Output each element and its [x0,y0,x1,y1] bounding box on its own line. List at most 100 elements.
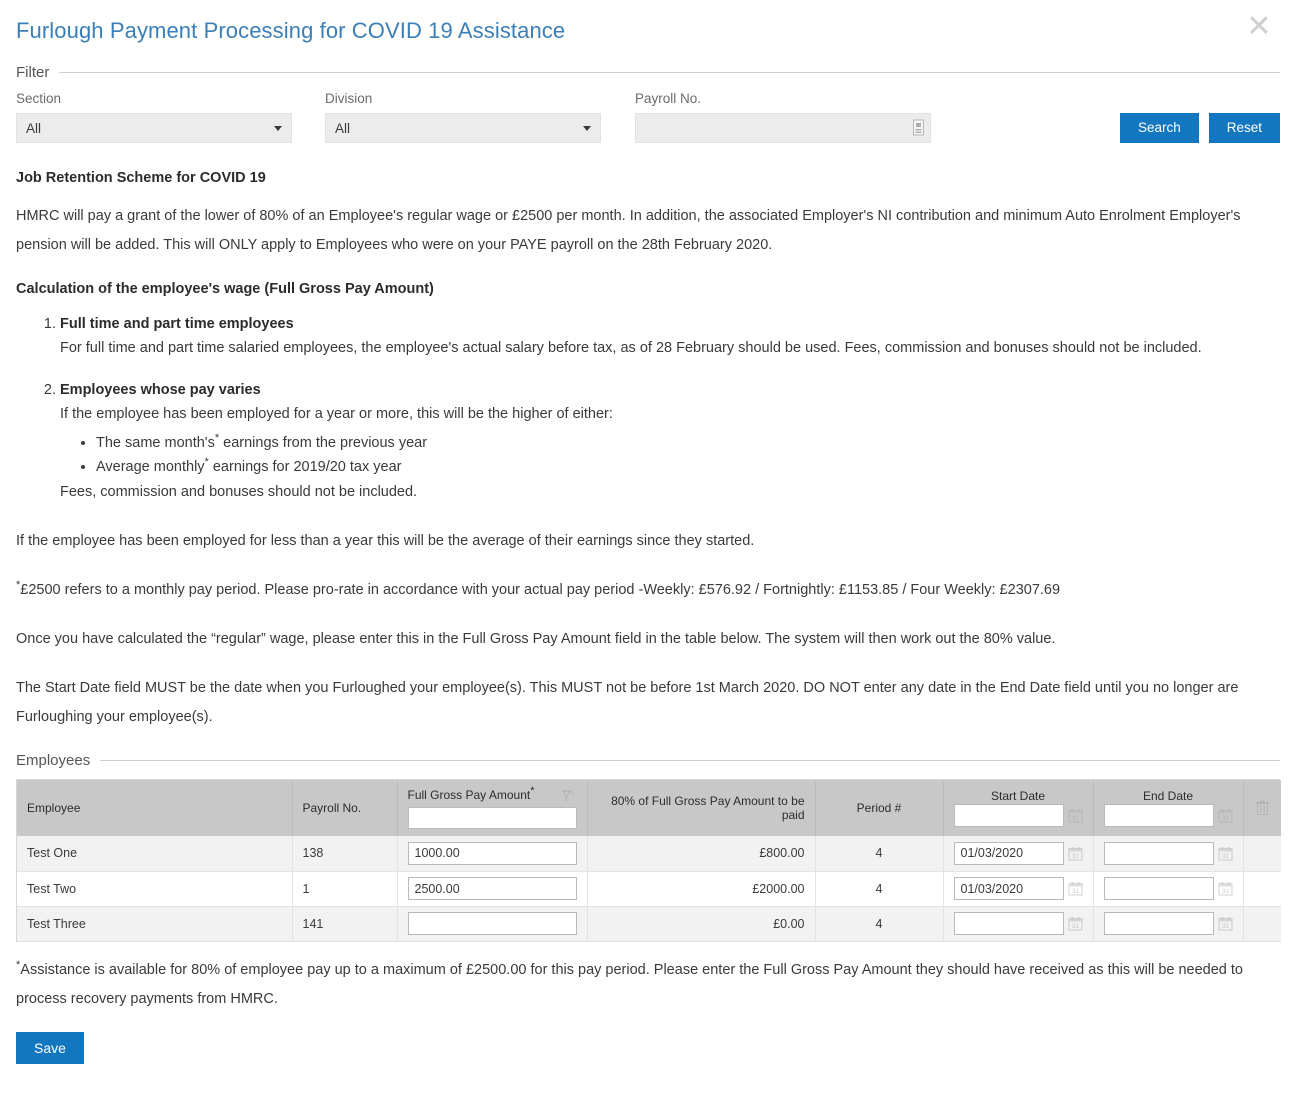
calendar-icon[interactable]: 31 [1218,808,1233,823]
svg-text:31: 31 [1222,854,1229,860]
full-gross-pay-label-group: Full Gross Pay Amount* [408,784,535,802]
end-date-input[interactable] [1103,841,1214,865]
cell-full-gross-pay [397,836,588,872]
calendar-icon[interactable]: 31 [1218,846,1233,861]
employees-divider [100,760,1280,761]
bullet-text-post: earnings for 2019/20 tax year [208,459,402,475]
asterisk-marker: * [530,784,535,797]
save-button[interactable]: Save [16,1031,84,1064]
step-title: Employees whose pay varies [60,382,261,398]
step-after-bullets: Fees, commission and bonuses should not … [60,484,418,500]
header-full-gross-pay-input[interactable] [407,806,577,829]
calendar-icon[interactable]: 31 [1068,808,1083,823]
cell-full-gross-pay [397,871,588,907]
calendar-icon[interactable]: 31 [1068,846,1083,861]
table-row: Test One 138 £800.00 4 [17,836,1281,872]
division-label: Division [325,91,373,106]
employees-table-wrapper: Employee Payroll No. Full Gross Pay Amou… [16,779,1281,942]
bullet-text-pre: Average monthly [96,459,205,475]
table-row: Test Three 141 £0.00 4 31 31 [17,906,1281,942]
cell-full-gross-pay [397,906,588,942]
header-end-date-input[interactable] [1103,804,1214,827]
full-gross-pay-input[interactable] [407,912,577,935]
column-header-payroll-no: Payroll No. [292,780,398,836]
payroll-no-field: Payroll No. [635,91,931,143]
employees-section-header: Employees [16,752,1280,769]
svg-text:31: 31 [1072,924,1079,930]
cell-eighty-percent: £0.00 [587,906,816,942]
step-text: If the employee has been employed for a … [60,406,613,422]
save-action-bar: Save [16,1031,1280,1064]
regular-wage-paragraph: Once you have calculated the “regular” w… [16,631,1056,647]
cell-employee: Test Three [17,906,293,942]
calendar-icon[interactable]: 31 [1218,916,1233,931]
step-title: Full time and part time employees [60,316,294,332]
column-header-delete [1243,780,1281,836]
cell-period: 4 [815,906,944,942]
chevron-down-icon [583,126,591,131]
svg-text:31: 31 [1222,924,1229,930]
calendar-icon[interactable]: 31 [1068,916,1083,931]
page-title: Furlough Payment Processing for COVID 19… [16,18,566,43]
cell-payroll-no: 141 [292,906,398,942]
section-select[interactable]: All [16,113,292,143]
section-label: Section [16,91,62,106]
bullet-text-post: earnings from the previous year [219,435,428,451]
column-header-employee: Employee [17,780,293,836]
close-icon[interactable]: ✕ [1242,10,1276,44]
lookup-icon[interactable] [912,119,925,136]
cell-delete [1243,836,1281,872]
section-select-value: All [26,120,42,136]
division-select-value: All [335,120,351,136]
fill-down-icon[interactable] [561,788,577,804]
search-button[interactable]: Search [1119,113,1199,143]
section-field: Section All [16,91,292,143]
end-date-label: End Date [1142,789,1194,803]
cell-employee: Test Two [17,871,293,907]
cell-eighty-percent: £2000.00 [587,871,816,907]
step-bullets: The same month's* earnings from the prev… [60,431,1280,479]
column-header-full-gross-pay: Full Gross Pay Amount* [397,780,588,836]
svg-text:31: 31 [1072,889,1079,895]
table-footnote: *Assistance is available for 80% of empl… [16,956,1280,1014]
prorate-note-paragraph: *£2500 refers to a monthly pay period. P… [16,576,1280,605]
calendar-icon[interactable]: 31 [1068,881,1083,896]
cell-payroll-no: 1 [292,871,398,907]
column-header-period: Period # [815,780,944,836]
trash-icon[interactable] [1255,800,1270,816]
cell-start-date: 31 [943,871,1094,907]
cell-employee: Test One [17,836,293,872]
cell-end-date: 31 [1093,871,1244,907]
start-date-input[interactable] [953,912,1064,935]
cell-start-date: 31 [943,836,1094,872]
title-bar: Furlough Payment Processing for COVID 19… [16,0,1280,46]
svg-text:31: 31 [1072,854,1079,860]
end-date-input[interactable] [1103,912,1214,935]
cell-delete [1243,906,1281,942]
prorate-note-text: £2500 refers to a monthly pay period. Pl… [20,582,1061,598]
start-date-paragraph: The Start Date field MUST be the date wh… [16,680,1239,725]
calendar-icon[interactable]: 31 [1218,881,1233,896]
intro-paragraph: HMRC will pay a grant of the lower of 80… [16,208,1241,253]
calculation-steps: Full time and part time employees For fu… [16,313,1280,503]
start-date-input[interactable] [953,841,1064,865]
division-select[interactable]: All [325,113,601,143]
employees-table-body: Test One 138 £800.00 4 [17,836,1281,942]
start-date-input[interactable] [953,877,1064,900]
full-gross-pay-input[interactable] [407,877,577,900]
svg-text:31: 31 [1222,816,1229,822]
end-date-input[interactable] [1103,877,1214,900]
cell-eighty-percent: £800.00 [587,836,816,872]
payroll-no-input[interactable] [635,113,931,143]
division-field: Division All [325,91,601,143]
header-start-date-input[interactable] [953,804,1064,827]
column-header-start-date: Start Date 31 [943,780,1094,836]
cell-payroll-no: 138 [292,836,398,872]
scheme-heading: Job Retention Scheme for COVID 19 [16,170,266,186]
bullet-item: Average monthly* earnings for 2019/20 ta… [96,455,1280,479]
table-footnote-text: Assistance is available for 80% of emplo… [16,961,1243,1007]
reset-button[interactable]: Reset [1208,113,1280,143]
cell-period: 4 [815,836,944,872]
cell-delete [1243,871,1281,907]
full-gross-pay-input[interactable] [407,841,577,865]
